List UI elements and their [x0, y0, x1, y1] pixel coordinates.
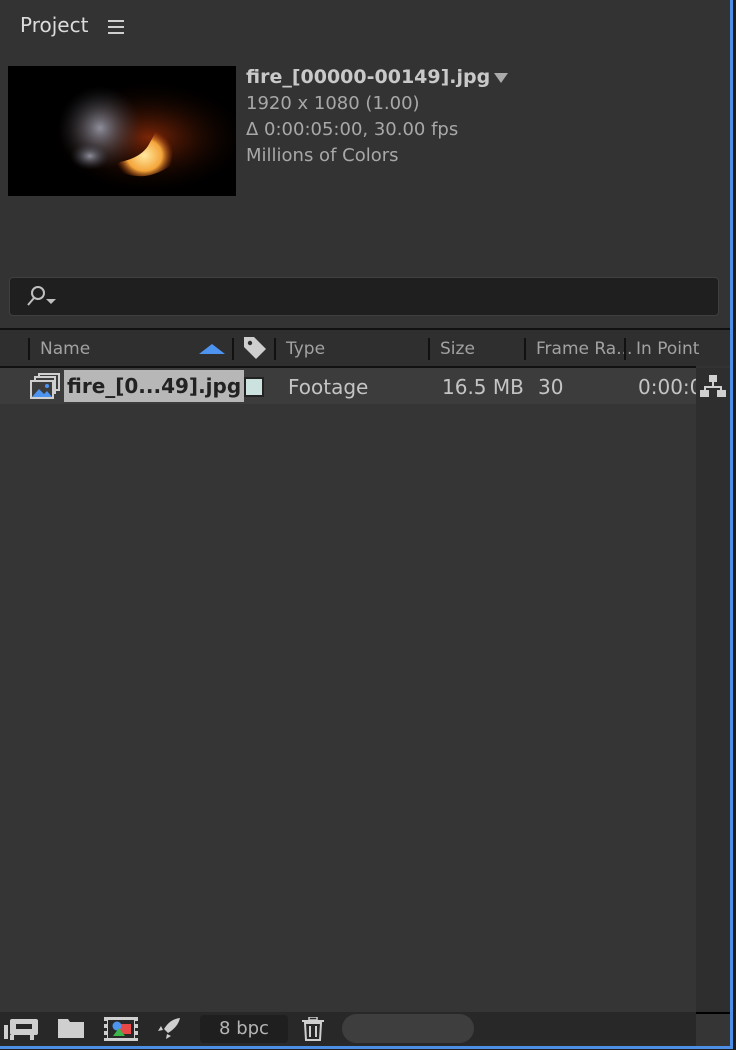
new-composition-icon[interactable]: [104, 1017, 138, 1041]
row-in-point: 0:00:0: [638, 375, 703, 399]
render-queue-icon[interactable]: [156, 1017, 182, 1041]
column-divider[interactable]: [232, 338, 234, 360]
trash-icon[interactable]: [302, 1017, 324, 1041]
footage-info: fire_[00000-00149].jpg 1920 x 1080 (1.00…: [246, 64, 509, 169]
search-input[interactable]: [9, 277, 719, 316]
footage-color-depth: Millions of Colors: [246, 145, 399, 166]
panel-title-bar: Project: [0, 0, 730, 52]
column-type[interactable]: Type: [286, 339, 325, 359]
new-folder-icon[interactable]: [58, 1017, 86, 1039]
column-divider[interactable]: [428, 338, 430, 360]
column-size[interactable]: Size: [440, 339, 475, 359]
file-dropdown-icon[interactable]: [494, 73, 509, 83]
row-type: Footage: [288, 375, 369, 399]
panel-title: Project: [20, 13, 89, 37]
horizontal-scrollbar-thumb[interactable]: [342, 1014, 474, 1043]
label-tag-icon[interactable]: [242, 335, 268, 361]
column-divider[interactable]: [28, 338, 30, 360]
column-in-point[interactable]: In Point: [636, 339, 699, 359]
interpret-footage-icon[interactable]: [4, 1017, 38, 1041]
panel-footer: 8 bpc: [0, 1012, 696, 1046]
project-item-list[interactable]: [0, 404, 696, 1012]
column-frame-rate[interactable]: Frame Ra...: [536, 339, 632, 359]
bit-depth-button[interactable]: 8 bpc: [200, 1015, 288, 1043]
footage-image-sequence-icon: [30, 373, 60, 399]
hamburger-menu-icon[interactable]: [108, 20, 124, 38]
column-divider[interactable]: [524, 338, 526, 360]
table-row[interactable]: fire_[0...49].jpg Footage 16.5 MB 30 0:0…: [0, 368, 702, 404]
project-panel: Project fire_[00000-00149].jpg 1920 x 10…: [0, 0, 733, 1049]
column-divider[interactable]: [274, 338, 276, 360]
label-color-swatch[interactable]: [244, 377, 264, 397]
footage-dimensions: 1920 x 1080 (1.00): [246, 93, 420, 114]
row-frame-rate: 30: [538, 375, 564, 399]
row-name[interactable]: fire_[0...49].jpg: [64, 370, 245, 402]
fire-preview-image: [8, 66, 236, 196]
footage-file-name: fire_[00000-00149].jpg: [246, 66, 491, 88]
footer-corner: [696, 1014, 730, 1046]
footage-thumbnail: [8, 66, 236, 196]
flowchart-icon[interactable]: [700, 374, 726, 398]
row-size: 16.5 MB: [442, 375, 524, 399]
sort-ascending-icon[interactable]: [199, 343, 225, 355]
column-header: Name Type Size Frame Ra... In Point: [0, 330, 730, 366]
footage-duration: Δ 0:00:05:00, 30.00 fps: [246, 119, 459, 140]
search-icon[interactable]: [24, 284, 58, 308]
column-name[interactable]: Name: [40, 339, 90, 359]
vertical-scrollbar[interactable]: [696, 368, 730, 1012]
column-divider[interactable]: [624, 338, 626, 360]
